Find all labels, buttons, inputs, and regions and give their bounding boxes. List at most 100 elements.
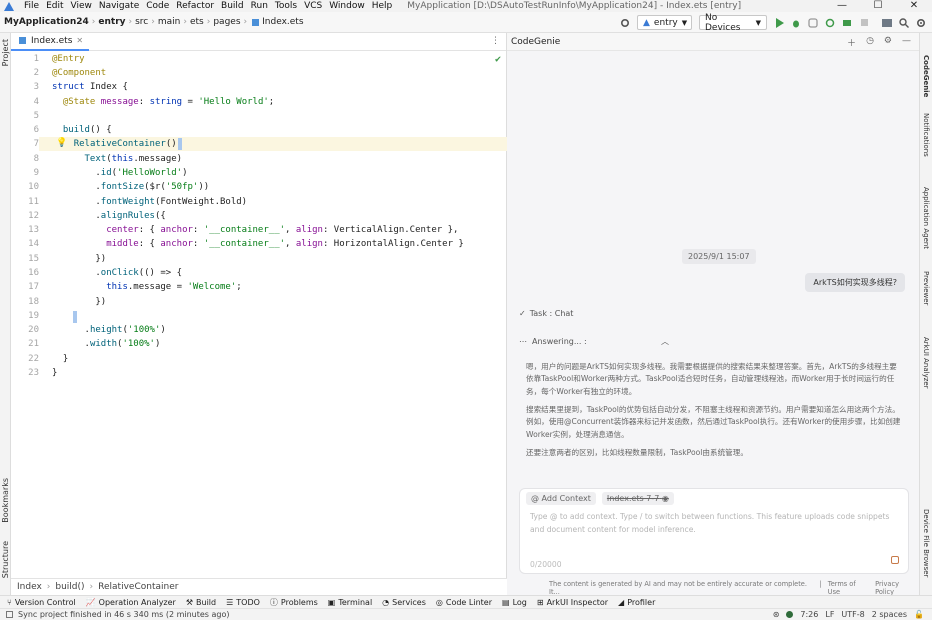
new-chat-plus-icon[interactable]: ＋ [847,36,856,49]
main-toolbar: MyApplication24 › entry › src › main › ets › … [0,12,932,33]
crumb-pages[interactable]: pages [213,17,240,27]
privacy-link[interactable]: Privacy Policy [875,580,919,596]
answer-paragraph: 嗯，用户的问题是ArkTS如何实现多线程。我需要根据提供的搜索结果来整理答案。首… [526,362,897,396]
profiler-button[interactable]: ◢ Profiler [618,598,655,607]
menu-help[interactable]: Help [372,1,393,11]
file-encoding[interactable]: UTF-8 [841,610,864,619]
more-vertical-icon[interactable]: ⋮ [491,36,500,46]
maximize-button[interactable]: ☐ [860,0,896,12]
file-context-chip[interactable]: Index.ets 7-7 ◉ [601,492,674,505]
breadcrumb-build[interactable]: build() [55,582,84,592]
todo-button[interactable]: ☰ TODO [226,598,260,607]
crumb-project[interactable]: MyApplication24 [4,17,89,27]
crumb-module[interactable]: entry [98,17,125,27]
stop-icon[interactable] [859,18,869,28]
minimize-button[interactable]: — [824,0,860,12]
line-number: 10 [28,182,39,192]
ai-status-icon[interactable]: ⊛ [773,610,780,619]
line-number: 17 [28,282,39,292]
code-line: .fontWeight(FontWeight.Bold) [52,197,248,207]
bookmarks-tool-button[interactable]: Bookmarks [1,478,10,523]
info-icon: ⓘ [269,597,278,607]
hammer-icon: ⚒ [185,597,194,607]
log-button[interactable]: ▤ Log [502,598,527,607]
ide-settings-icon[interactable] [916,18,926,28]
debug-icon[interactable] [791,18,801,28]
log-icon: ▤ [502,597,510,607]
tool-label: ArkUI Inspector [546,597,609,607]
code-area[interactable]: ✔ 1 2 3 4 5 6 7 8 9 10 11 12 13 14 15 16… [11,51,507,576]
chevron-down-icon: ▼ [681,18,688,27]
module-select[interactable]: ▲ entry ▼ [637,15,692,30]
menu-file[interactable]: File [24,1,39,11]
device-select[interactable]: No Devices ▼ [699,13,767,33]
minimize-panel-icon[interactable]: — [902,36,911,49]
add-context-chip[interactable]: @ Add Context [526,492,596,505]
gear-icon[interactable]: ⚙ [884,36,892,49]
app-agent-tool-button[interactable]: Application Agent [922,187,930,249]
menu-view[interactable]: View [71,1,92,11]
code-linter-button[interactable]: ◎ Code Linter [436,598,492,607]
attach-debugger-icon[interactable] [842,18,852,28]
menu-vcs[interactable]: VCS [304,1,322,11]
menu-build[interactable]: Build [221,1,244,11]
search-icon[interactable] [899,17,909,28]
answering-label: Answering... : [532,337,587,346]
menu-navigate[interactable]: Navigate [99,1,139,11]
code-line: }) [52,254,107,264]
line-separator[interactable]: LF [825,610,834,619]
history-icon[interactable]: ◷ [866,36,874,49]
terminal-button[interactable]: ▣ Terminal [328,598,372,607]
menu-code[interactable]: Code [146,1,169,11]
tool-label: Build [196,597,217,607]
menu-window[interactable]: Window [329,1,365,11]
problems-button[interactable]: ⓘ Problems [270,597,318,608]
crumb-ets[interactable]: ets [190,17,204,27]
project-tool-button[interactable]: Project [1,39,10,66]
editor-tab-index[interactable]: Index.ets ✕ [11,33,90,51]
caret-position[interactable]: 7:26 [800,610,818,619]
device-file-browser-tool-button[interactable]: Device File Browser [922,509,930,577]
chat-input-box: @ Add Context Index.ets 7-7 ◉ Type @ to … [519,488,909,574]
profile-icon[interactable] [808,17,818,28]
line-number: 23 [28,368,39,378]
chat-input[interactable]: Type @ to add context. Type / to switch … [530,510,890,536]
operation-analyzer-button[interactable]: 📈 Operation Analyzer [86,598,176,607]
send-icon[interactable] [891,556,899,564]
crumb-file[interactable]: Index.ets [262,17,303,27]
menu-tools[interactable]: Tools [275,1,297,11]
arkui-analyzer-tool-button[interactable]: ArkUI Analyzer [922,337,930,389]
lightbulb-icon[interactable]: 💡 [56,138,67,148]
terminal-icon: ▣ [327,597,336,607]
settings-gear-icon[interactable] [620,18,630,28]
structure-tool-button[interactable]: Structure [1,541,10,578]
terms-link[interactable]: Terms of Use [828,580,869,596]
crumb-src[interactable]: src [135,17,148,27]
run-icon[interactable] [774,17,784,28]
menu-run[interactable]: Run [251,1,268,11]
menu-refactor[interactable]: Refactor [176,1,214,11]
version-control-button[interactable]: ⑂ Version Control [7,598,76,607]
build-button[interactable]: ⚒ Build [186,598,216,607]
menu-edit[interactable]: Edit [46,1,63,11]
code-line: this.message = 'Welcome'; [106,282,242,292]
eye-off-icon[interactable]: ◉ [662,494,669,503]
close-window-button[interactable]: ✕ [896,0,932,12]
breadcrumb-container[interactable]: RelativeContainer [98,582,178,592]
window-controls: — ☐ ✕ [824,0,932,12]
breadcrumb-struct[interactable]: Index [17,582,42,592]
hot-reload-icon[interactable] [825,18,835,28]
arkui-inspector-button[interactable]: ⊞ ArkUI Inspector [537,598,608,607]
notifications-tool-button[interactable]: Notifications [922,113,930,157]
close-tab-icon[interactable]: ✕ [76,36,83,45]
services-button[interactable]: ◔ Services [382,598,426,607]
indent-setting[interactable]: 2 spaces [872,610,907,619]
device-manager-icon[interactable] [882,18,892,28]
status-message[interactable]: Sync project finished in 46 s 340 ms (2 … [18,610,230,619]
lock-icon[interactable]: 🔓 [914,610,924,619]
codegenie-tool-button[interactable]: CodeGenie [922,55,930,97]
previewer-tool-button[interactable]: Previewer [922,271,930,305]
line-number: 22 [28,354,39,364]
crumb-main[interactable]: main [158,17,181,27]
answering-toggle[interactable]: ⋯ Answering... : ︿ [519,336,669,347]
